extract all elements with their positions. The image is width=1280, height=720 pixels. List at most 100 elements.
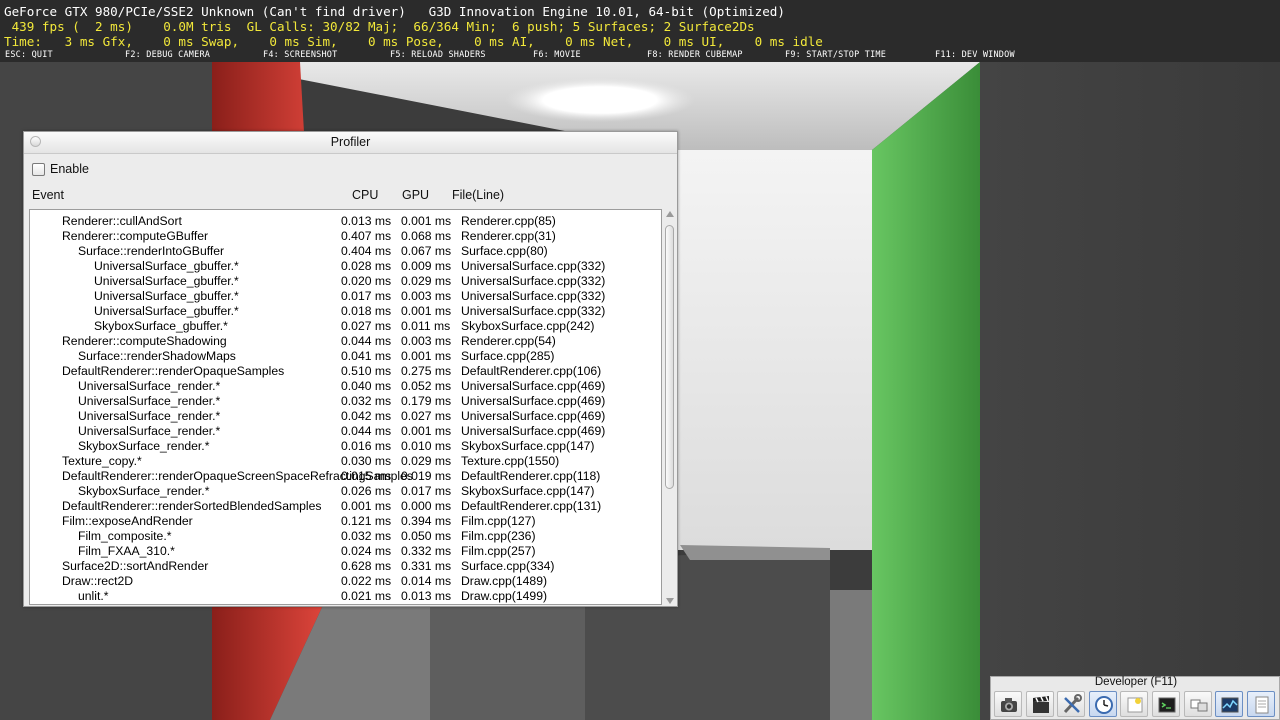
event-row[interactable]: Film_FXAA_310.* 0.024 ms 0.332 ms Film.cpp(… bbox=[30, 544, 661, 559]
event-name: Renderer::cullAndSort bbox=[62, 214, 182, 228]
event-row[interactable]: Renderer::cullAndSort 0.013 ms 0.001 ms Ren… bbox=[30, 214, 661, 229]
event-row[interactable]: Film_composite.* 0.032 ms 0.050 ms Film.cpp… bbox=[30, 529, 661, 544]
profiler-titlebar[interactable]: Profiler bbox=[24, 132, 677, 154]
cpu-time: 0.407 ms bbox=[341, 229, 392, 243]
enable-checkbox[interactable] bbox=[32, 163, 45, 176]
event-name: UniversalSurface_render.* bbox=[78, 409, 221, 423]
event-name: SkyboxSurface_render.* bbox=[78, 484, 210, 498]
hotkey-dev-window: F11: DEV WINDOW bbox=[935, 50, 1015, 60]
stats-overlay: GeForce GTX 980/PCIe/SSE2 Unknown (Can't… bbox=[0, 0, 1280, 62]
event-row[interactable]: Surface::renderIntoGBuffer 0.404 ms 0.067 … bbox=[30, 244, 661, 259]
column-header-event[interactable]: Event bbox=[32, 188, 64, 202]
column-header-file[interactable]: File(Line) bbox=[452, 188, 504, 202]
scroll-up-arrow-icon[interactable] bbox=[666, 211, 674, 217]
gpu-time: 0.394 ms bbox=[401, 514, 452, 528]
event-row[interactable]: Draw::rect2D 0.022 ms 0.014 ms Draw.cpp(148… bbox=[30, 574, 661, 589]
file-line: UniversalSurface.cpp(332) bbox=[461, 259, 606, 273]
clock-icon bbox=[1094, 696, 1113, 714]
event-row[interactable]: UniversalSurface_render.* 0.032 ms 0.179 m… bbox=[30, 394, 661, 409]
file-line: Film.cpp(127) bbox=[461, 514, 536, 528]
file-line: SkyboxSurface.cpp(147) bbox=[461, 484, 595, 498]
cpu-time: 0.404 ms bbox=[341, 244, 392, 258]
event-name: Texture_copy.* bbox=[62, 454, 142, 468]
tools-button[interactable] bbox=[1057, 691, 1086, 717]
document-icon bbox=[1255, 696, 1269, 714]
event-row[interactable]: Renderer::computeShadowing 0.044 ms 0.003 … bbox=[30, 334, 661, 349]
file-line: Renderer.cpp(85) bbox=[461, 214, 556, 228]
gpu-time: 0.011 ms bbox=[401, 319, 451, 333]
gpu-time: 0.275 ms bbox=[401, 364, 452, 378]
event-row[interactable]: UniversalSurface_render.* 0.042 ms 0.027 m… bbox=[30, 409, 661, 424]
gpu-time: 0.029 ms bbox=[401, 454, 452, 468]
event-row[interactable]: Surface2D::sortAndRender 0.628 ms 0.331 ms… bbox=[30, 559, 661, 574]
gpu-time: 0.000 ms bbox=[401, 499, 452, 513]
hotkey-reload-shaders: F5: RELOAD SHADERS bbox=[390, 50, 486, 60]
event-row[interactable]: Texture_copy.* 0.030 ms 0.029 ms Texture.cp… bbox=[30, 454, 661, 469]
event-name: SkyboxSurface_render.* bbox=[78, 439, 210, 453]
gpu-time: 0.332 ms bbox=[401, 544, 452, 558]
event-row[interactable]: UniversalSurface_gbuffer.* 0.020 ms 0.029 … bbox=[30, 274, 661, 289]
file-line: Renderer.cpp(54) bbox=[461, 334, 556, 348]
clapperboard-button[interactable] bbox=[1025, 691, 1054, 717]
event-row[interactable]: UniversalSurface_gbuffer.* 0.017 ms 0.003 … bbox=[30, 289, 661, 304]
file-line: UniversalSurface.cpp(469) bbox=[461, 379, 606, 393]
event-row[interactable]: SkyboxSurface_gbuffer.* 0.027 ms 0.011 ms S… bbox=[30, 319, 661, 334]
event-name: UniversalSurface_render.* bbox=[78, 424, 221, 438]
file-line: UniversalSurface.cpp(332) bbox=[461, 304, 606, 318]
cpu-time: 0.016 ms bbox=[341, 439, 392, 453]
event-row[interactable]: SkyboxSurface_render.* 0.016 ms 0.010 ms Sk… bbox=[30, 439, 661, 454]
event-list-scrollbar[interactable] bbox=[664, 211, 676, 604]
terminal-button[interactable] bbox=[1152, 691, 1180, 717]
windows-button[interactable] bbox=[1183, 691, 1212, 717]
enable-label: Enable bbox=[50, 162, 89, 176]
gpu-time: 0.001 ms bbox=[401, 424, 452, 438]
cpu-time: 0.032 ms bbox=[341, 529, 392, 543]
scroll-down-arrow-icon[interactable] bbox=[666, 598, 674, 604]
cpu-time: 0.022 ms bbox=[341, 574, 392, 588]
document-button[interactable] bbox=[1246, 691, 1275, 717]
cpu-time: 0.026 ms bbox=[341, 484, 392, 498]
event-row[interactable]: SkyboxSurface_render.* 0.026 ms 0.017 ms Sk… bbox=[30, 484, 661, 499]
gpu-time: 0.052 ms bbox=[401, 379, 452, 393]
profiler-button[interactable] bbox=[1215, 691, 1244, 717]
gpu-time: 0.027 ms bbox=[401, 409, 452, 423]
hotkey-render-cubemap: F8: RENDER CUBEMAP bbox=[647, 50, 743, 60]
developer-window: Developer (F11) bbox=[990, 676, 1280, 720]
cpu-time: 0.041 ms bbox=[341, 349, 392, 363]
file-line: Film.cpp(236) bbox=[461, 529, 536, 543]
column-header-cpu[interactable]: CPU bbox=[352, 188, 378, 202]
profiler-icon bbox=[1221, 697, 1239, 713]
event-tree-list[interactable]: Renderer::cullAndSort 0.013 ms 0.001 ms Ren… bbox=[29, 209, 662, 605]
light-button[interactable] bbox=[1120, 691, 1149, 717]
clock-button[interactable] bbox=[1088, 691, 1117, 717]
event-row[interactable]: DefaultRenderer::renderOpaqueSamples 0.51… bbox=[30, 364, 661, 379]
event-row[interactable]: Renderer::computeGBuffer 0.407 ms 0.068 ms… bbox=[30, 229, 661, 244]
gpu-time: 0.019 ms bbox=[401, 469, 452, 483]
event-name: Renderer::computeGBuffer bbox=[62, 229, 209, 243]
scrollbar-thumb[interactable] bbox=[665, 225, 674, 489]
camera-button[interactable] bbox=[994, 691, 1022, 717]
event-row[interactable]: DefaultRenderer::renderOpaqueScreenSpace… bbox=[30, 469, 661, 484]
hotkey-start-stop-time: F9: START/STOP TIME bbox=[785, 50, 887, 60]
event-row[interactable]: unlit.* 0.021 ms 0.013 ms Draw.cpp(1499) bbox=[30, 589, 661, 604]
event-row[interactable]: Film::exposeAndRender 0.121 ms 0.394 ms Fil… bbox=[30, 514, 661, 529]
column-header-gpu[interactable]: GPU bbox=[402, 188, 429, 202]
event-row[interactable]: UniversalSurface_gbuffer.* 0.028 ms 0.009 … bbox=[30, 259, 661, 274]
file-line: Renderer.cpp(31) bbox=[461, 229, 556, 243]
event-name: DefaultRenderer::renderOpaqueSamples bbox=[62, 364, 285, 378]
event-row[interactable]: UniversalSurface_render.* 0.044 ms 0.001 m… bbox=[30, 424, 661, 439]
event-name: UniversalSurface_render.* bbox=[78, 394, 221, 408]
gpu-time: 0.001 ms bbox=[401, 214, 452, 228]
event-row[interactable]: UniversalSurface_gbuffer.* 0.018 ms 0.001 … bbox=[30, 304, 661, 319]
event-row[interactable]: Surface::renderShadowMaps 0.041 ms 0.001 m… bbox=[30, 349, 661, 364]
hotkey-bar: ESC: QUIT F2: DEBUG CAMERA F4: SCREENSHO… bbox=[0, 50, 1280, 62]
gpu-time: 0.050 ms bbox=[401, 529, 452, 543]
cpu-time: 0.510 ms bbox=[341, 364, 392, 378]
file-line: Surface.cpp(285) bbox=[461, 349, 555, 363]
event-row[interactable]: DefaultRenderer::renderSortedBlendedSamp… bbox=[30, 499, 661, 514]
cpu-time: 0.015 ms bbox=[341, 469, 392, 483]
event-row[interactable]: UniversalSurface_render.* 0.040 ms 0.052 m… bbox=[30, 379, 661, 394]
terminal-icon bbox=[1158, 697, 1176, 713]
cpu-time: 0.020 ms bbox=[341, 274, 392, 288]
cpu-time: 0.030 ms bbox=[341, 454, 392, 468]
